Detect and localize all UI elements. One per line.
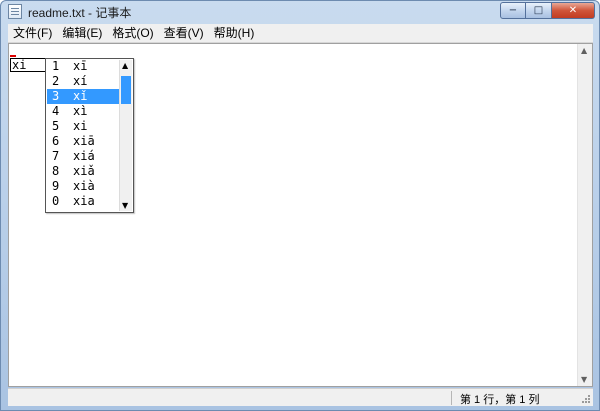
candidate-number: 8 [52, 164, 60, 178]
candidate-text: xià [73, 179, 95, 193]
ime-candidate[interactable]: 0 xia [47, 194, 120, 209]
candidate-number: 6 [52, 134, 60, 148]
ime-candidate[interactable]: 6 xiā [47, 134, 120, 149]
candidate-text: xì [73, 104, 88, 118]
scroll-up-arrow-icon[interactable]: ▲ [581, 46, 587, 55]
notepad-window: readme.txt - 记事本 − □ ✕ 文件(F) 编辑(E) 格式(O)… [0, 0, 600, 411]
candidate-number: 3 [52, 89, 60, 103]
candidate-text: xǐ [73, 89, 88, 103]
status-bar: 第 1 行，第 1 列 [8, 388, 593, 406]
candidate-number: 4 [52, 104, 60, 118]
editor-vertical-scrollbar[interactable]: ▲ ▼ [577, 44, 592, 386]
status-divider [451, 391, 452, 405]
resize-grip-icon[interactable] [581, 394, 591, 404]
menu-format[interactable]: 格式(O) [107, 24, 158, 42]
ime-scroll-up-icon[interactable]: ▲ [122, 61, 128, 70]
close-button[interactable]: ✕ [552, 2, 595, 19]
ime-scroll-down-icon[interactable]: ▼ [122, 201, 128, 210]
candidate-text: xiǎ [73, 164, 95, 178]
ime-candidate[interactable]: 8 xiǎ [47, 164, 120, 179]
candidate-text: xi [73, 119, 88, 133]
ime-candidate-list[interactable]: 1 xī 2 xí 3 xǐ 4 xì 5 xi 6 xiā 7 xiá 8 x [45, 58, 134, 213]
cursor-position: 第 1 行，第 1 列 [460, 394, 540, 406]
candidate-number: 5 [52, 119, 60, 133]
close-icon: ✕ [568, 5, 578, 16]
menu-edit[interactable]: 编辑(E) [57, 24, 107, 42]
ime-candidate[interactable]: 9 xià [47, 179, 120, 194]
ime-candidate[interactable]: 7 xiá [47, 149, 120, 164]
minimize-icon: − [508, 5, 518, 16]
ime-scrollbar[interactable]: ▲ ▼ [119, 60, 132, 211]
candidate-number: 0 [52, 194, 60, 208]
candidate-number: 2 [52, 74, 60, 88]
ime-scroll-thumb[interactable] [121, 76, 131, 104]
ime-candidate[interactable]: 1 xī [47, 59, 120, 74]
ime-candidate[interactable]: 5 xi [47, 119, 120, 134]
ime-candidate-selected[interactable]: 3 xǐ [47, 89, 120, 104]
menu-bar: 文件(F) 编辑(E) 格式(O) 查看(V) 帮助(H) [8, 24, 593, 43]
ime-candidate[interactable]: 4 xì [47, 104, 120, 119]
scroll-down-arrow-icon[interactable]: ▼ [581, 375, 587, 384]
window-title: readme.txt - 记事本 [28, 6, 132, 20]
maximize-button[interactable]: □ [526, 2, 552, 19]
candidate-text: xí [73, 74, 88, 88]
menu-view[interactable]: 查看(V) [159, 24, 209, 42]
menu-file[interactable]: 文件(F) [8, 24, 57, 42]
minimize-button[interactable]: − [500, 2, 526, 19]
candidate-text: xiá [73, 149, 95, 163]
candidate-number: 7 [52, 149, 60, 163]
ime-candidate[interactable]: 2 xí [47, 74, 120, 89]
title-bar[interactable]: readme.txt - 记事本 − □ ✕ [1, 1, 599, 23]
candidate-number: 1 [52, 59, 60, 73]
window-controls: − □ ✕ [500, 2, 595, 19]
candidate-text: xī [73, 59, 88, 73]
maximize-icon: □ [533, 5, 544, 16]
ime-caret-mark [10, 55, 16, 57]
notepad-icon[interactable] [8, 4, 22, 19]
menu-help[interactable]: 帮助(H) [209, 24, 260, 42]
ime-composition: xi [10, 58, 46, 72]
candidate-text: xia [73, 194, 95, 208]
candidate-text: xiā [73, 134, 95, 148]
candidate-number: 9 [52, 179, 60, 193]
